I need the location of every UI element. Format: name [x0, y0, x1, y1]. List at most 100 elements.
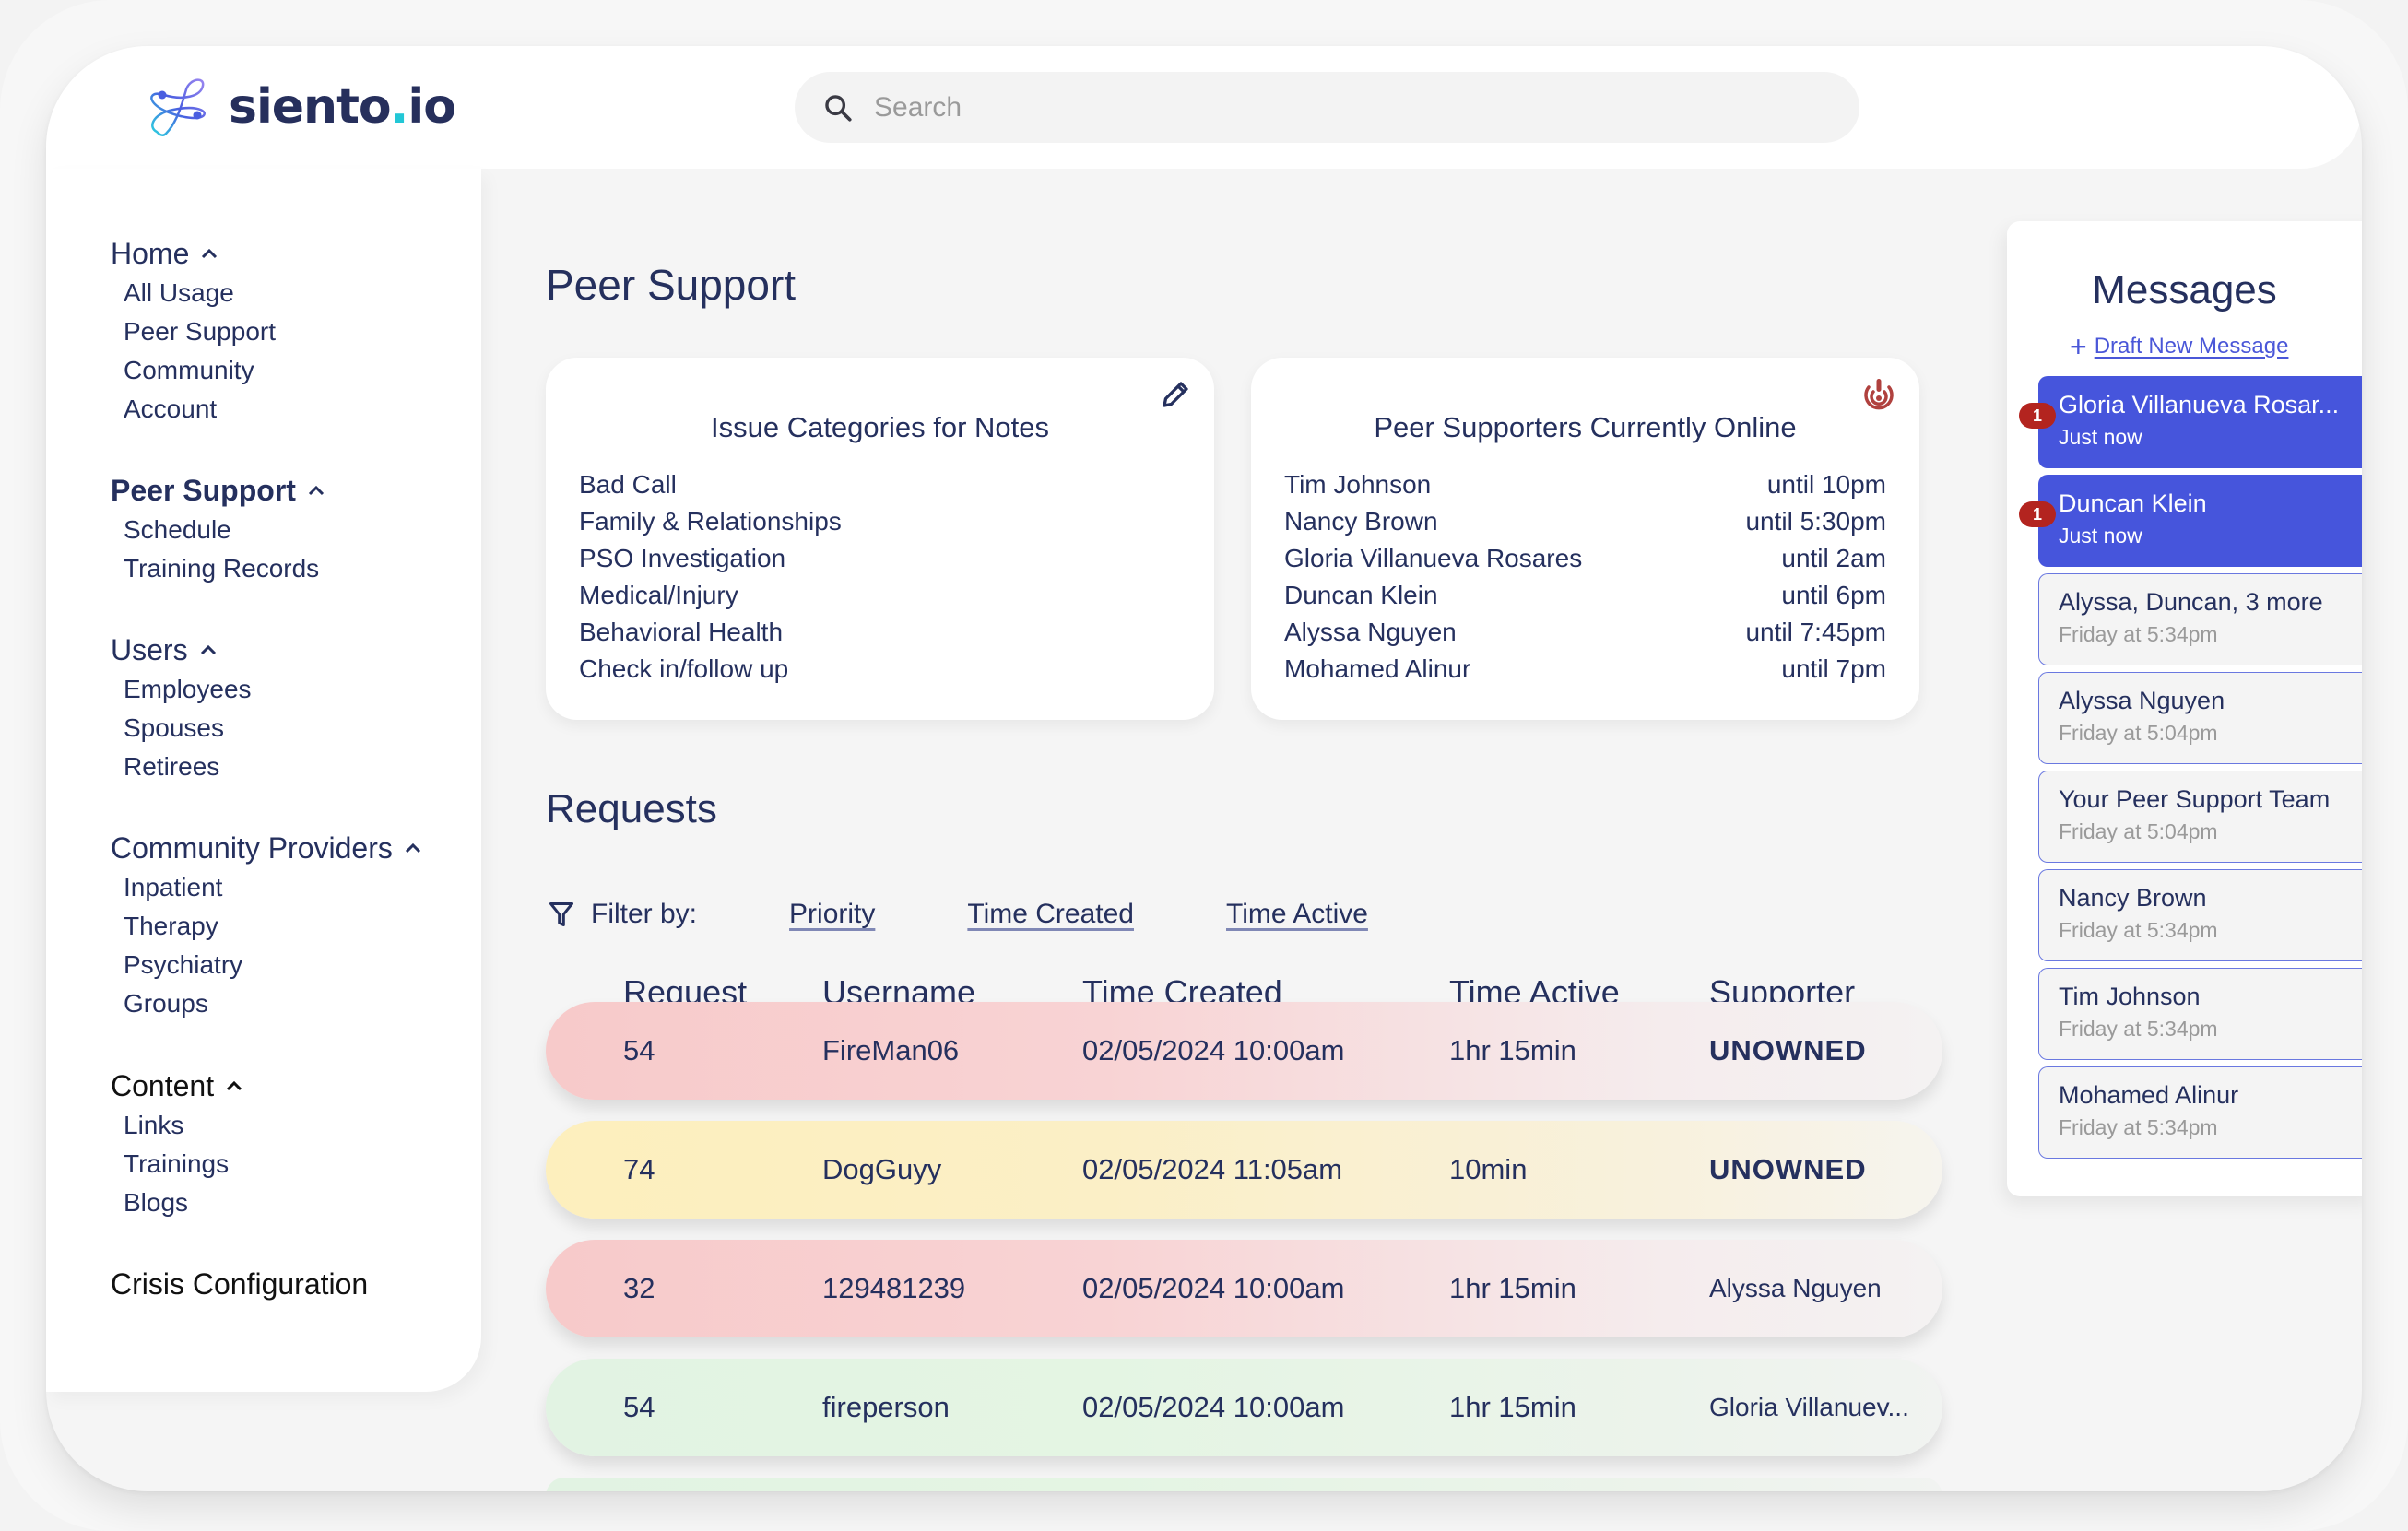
sidebar-item-spouses[interactable]: Spouses — [111, 709, 252, 748]
card-title: Peer Supporters Currently Online — [1374, 411, 1797, 443]
supporter-name: Gloria Villanueva Rosares — [1284, 544, 1583, 572]
unread-badge: 1 — [2019, 403, 2056, 429]
supporter-until: until 6pm — [1781, 581, 1886, 609]
issue-category-item[interactable]: Medical/Injury — [579, 577, 1181, 614]
sidebar-item-community[interactable]: Community — [111, 351, 276, 390]
chevron-up-icon — [202, 248, 218, 259]
sidebar-item-trainings[interactable]: Trainings — [111, 1145, 243, 1184]
sidebar-item-employees[interactable]: Employees — [111, 670, 252, 709]
issue-category-item[interactable]: Family & Relationships — [579, 503, 1181, 540]
message-sender: Alyssa Nguyen — [2059, 687, 2225, 714]
sidebar-item-psychiatry[interactable]: Psychiatry — [111, 946, 422, 984]
sidebar-item-blogs[interactable]: Blogs — [111, 1184, 243, 1222]
logo-name: siento — [229, 79, 392, 135]
supporter-until: until 5:30pm — [1745, 507, 1886, 536]
cell-supporter: Gloria Villanuev... — [1709, 1393, 1909, 1421]
search-bar[interactable] — [795, 72, 1859, 143]
issue-category-item[interactable]: Behavioral Health — [579, 614, 1181, 651]
filter-time-created[interactable]: Time Created — [967, 899, 1134, 930]
sidebar-item-peer-support[interactable]: Peer Support — [111, 312, 276, 351]
message-sender: Alyssa, Duncan, 3 more — [2059, 588, 2323, 616]
sidebar-item-account[interactable]: Account — [111, 390, 276, 429]
nav-head-home[interactable]: Home — [111, 233, 276, 274]
table-row-partial[interactable] — [546, 1478, 1942, 1491]
online-supporter-row[interactable]: Mohamed Alinur until 7pm — [1284, 651, 1886, 688]
cell-request: 54 — [623, 1034, 655, 1066]
message-sender: Your Peer Support Team — [2059, 785, 2331, 813]
logo[interactable]: siento.io — [146, 74, 456, 140]
online-supporter-row[interactable]: Duncan Klein until 6pm — [1284, 577, 1886, 614]
sidebar-item-links[interactable]: Links — [111, 1106, 243, 1145]
supporter-until: until 7:45pm — [1745, 618, 1886, 646]
nav-head-content[interactable]: Content — [111, 1066, 243, 1106]
online-supporter-row[interactable]: Nancy Brown until 5:30pm — [1284, 503, 1886, 540]
cell-time-active: 1hr 15min — [1449, 1391, 1576, 1423]
sidebar-item-groups[interactable]: Groups — [111, 984, 422, 1023]
cell-request: 74 — [623, 1153, 655, 1185]
chevron-up-icon — [227, 1080, 242, 1091]
issue-category-label: Family & Relationships — [579, 507, 842, 536]
siento-logo-icon — [150, 78, 206, 136]
table-row[interactable]: 32 129481239 02/05/2024 10:00am 1hr 15mi… — [546, 1240, 1942, 1337]
table-row[interactable]: 74 DogGuyy 02/05/2024 11:05am 10min UNOW… — [546, 1121, 1942, 1219]
sidebar-item-schedule[interactable]: Schedule — [111, 511, 325, 549]
top-bar: siento.io — [46, 46, 2362, 169]
nav-head-community-providers[interactable]: Community Providers — [111, 828, 422, 868]
pencil-icon[interactable] — [1159, 378, 1192, 411]
message-thread[interactable]: Tim Johnson Friday at 5:34pm — [2038, 968, 2362, 1060]
message-sender: Gloria Villanueva Rosar... — [2059, 391, 2340, 418]
message-thread[interactable]: 1 Gloria Villanueva Rosar... Just now — [2019, 376, 2362, 468]
nav-group-community-providers: Community Providers Inpatient Therapy Ps… — [111, 828, 422, 1023]
nav-head-label: Home — [111, 236, 190, 270]
sidebar-item-retirees[interactable]: Retirees — [111, 748, 252, 786]
search-input[interactable] — [874, 91, 1704, 124]
message-thread[interactable]: 1 Duncan Klein Just now — [2019, 475, 2362, 567]
message-thread[interactable]: Alyssa, Duncan, 3 more Friday at 5:34pm — [2038, 573, 2362, 665]
draft-new-message-link[interactable]: + Draft New Message — [2070, 332, 2288, 361]
sidebar-item-training-records[interactable]: Training Records — [111, 549, 325, 588]
issue-category-label: Check in/follow up — [579, 654, 789, 683]
message-thread[interactable]: Mohamed Alinur Friday at 5:34pm — [2038, 1066, 2362, 1159]
supporter-until: until 2am — [1781, 544, 1886, 572]
cell-time-active: 1hr 15min — [1449, 1034, 1576, 1066]
logo-suffix: io — [407, 79, 456, 135]
online-supporter-row[interactable]: Gloria Villanueva Rosares until 2am — [1284, 540, 1886, 577]
filter-priority[interactable]: Priority — [789, 899, 875, 930]
nav-head-peer-support[interactable]: Peer Support — [111, 470, 325, 511]
sidebar-item-therapy[interactable]: Therapy — [111, 907, 422, 946]
supporter-name: Mohamed Alinur — [1284, 654, 1471, 683]
issue-category-list: Bad Call Family & Relationships PSO Inve… — [579, 466, 1181, 688]
cell-time-created: 02/05/2024 10:00am — [1082, 1272, 1345, 1304]
draft-new-message-label: Draft New Message — [2094, 334, 2289, 359]
alert-broadcast-icon[interactable] — [1860, 376, 1897, 413]
filter-time-active[interactable]: Time Active — [1226, 899, 1368, 930]
nav-head-users[interactable]: Users — [111, 630, 252, 670]
online-supporter-row[interactable]: Alyssa Nguyen until 7:45pm — [1284, 614, 1886, 651]
table-row[interactable]: 54 FireMan06 02/05/2024 10:00am 1hr 15mi… — [546, 1002, 1942, 1100]
filter-label: Filter by: — [591, 899, 698, 929]
cell-username: fireperson — [822, 1391, 950, 1423]
table-row[interactable]: 54 fireperson 02/05/2024 10:00am 1hr 15m… — [546, 1359, 1942, 1456]
sidebar: Home All Usage Peer Support Community Ac… — [46, 169, 481, 1392]
message-thread[interactable]: Alyssa Nguyen Friday at 5:04pm — [2038, 672, 2362, 764]
cell-request: 54 — [623, 1391, 655, 1423]
message-thread[interactable]: Your Peer Support Team Friday at 5:04pm — [2038, 771, 2362, 863]
nav-head-label: Users — [111, 632, 188, 666]
message-time: Friday at 5:04pm — [2059, 819, 2218, 843]
message-thread[interactable]: Nancy Brown Friday at 5:34pm — [2038, 869, 2362, 961]
logo-text: siento.io — [229, 79, 456, 135]
issue-category-item[interactable]: Check in/follow up — [579, 651, 1181, 688]
cell-supporter: UNOWNED — [1709, 1034, 1867, 1066]
supporter-name: Nancy Brown — [1284, 507, 1438, 536]
logo-dot: . — [390, 79, 409, 135]
sidebar-item-inpatient[interactable]: Inpatient — [111, 868, 422, 907]
issue-category-item[interactable]: PSO Investigation — [579, 540, 1181, 577]
cell-username: FireMan06 — [822, 1034, 960, 1066]
sidebar-item-all-usage[interactable]: All Usage — [111, 274, 276, 312]
online-supporter-row[interactable]: Tim Johnson until 10pm — [1284, 466, 1886, 503]
sidebar-item-crisis-configuration[interactable]: Crisis Configuration — [111, 1264, 368, 1304]
cell-time-active: 1hr 15min — [1449, 1272, 1576, 1304]
issue-category-item[interactable]: Bad Call — [579, 466, 1181, 503]
supporter-name: Alyssa Nguyen — [1284, 618, 1457, 646]
message-time: Friday at 5:34pm — [2059, 918, 2218, 942]
